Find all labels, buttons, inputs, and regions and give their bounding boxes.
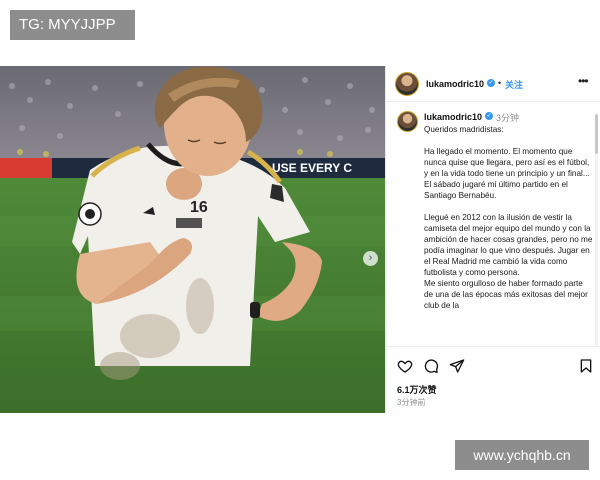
comment-icon[interactable] — [423, 358, 439, 374]
more-options-icon[interactable]: ••• — [578, 74, 589, 88]
separator-dot: • — [498, 78, 502, 88]
scrollbar-thumb[interactable] — [595, 114, 598, 154]
verified-badge-icon: ✓ — [487, 79, 495, 87]
ad-banner-text: USE EVERY C — [272, 161, 352, 175]
next-photo-button[interactable]: › — [363, 251, 378, 266]
caption-scrollbar[interactable] — [595, 114, 598, 346]
watermark-top: TG: MYYJJPP — [10, 10, 135, 40]
follow-button[interactable]: 关注 — [505, 78, 523, 91]
post-photo: USE EVERY C 16 › — [0, 66, 385, 413]
player-photo: USE EVERY C 16 — [0, 66, 385, 413]
likes-count[interactable]: 6.1万次赞 — [397, 383, 437, 396]
action-bar: 6.1万次赞 3分钟前 — [386, 346, 600, 413]
post-panel: lukamodric10 ✓ • 关注 ••• lukamodric10 ✓ 3… — [385, 66, 600, 413]
caption-paragraph: Me siento orgulloso de haber formado par… — [424, 279, 588, 310]
post-header: lukamodric10 ✓ • 关注 ••• — [386, 66, 600, 102]
caption-avatar[interactable] — [397, 111, 418, 132]
heart-icon[interactable] — [397, 358, 413, 374]
caption-paragraph: Ha llegado el momento. El momento que nu… — [424, 147, 590, 200]
caption-verified-badge-icon: ✓ — [485, 112, 493, 120]
post-time: 3分钟前 — [397, 398, 426, 407]
username[interactable]: lukamodric10 — [426, 79, 484, 89]
caption-paragraph: Queridos madridistas: — [424, 125, 504, 134]
jersey-number: 16 — [190, 199, 208, 216]
send-icon[interactable] — [449, 358, 465, 374]
watermark-bottom: www.ychqhb.cn — [455, 440, 589, 470]
bookmark-icon[interactable] — [578, 358, 594, 374]
avatar[interactable] — [395, 72, 419, 96]
caption-timestamp: 3分钟 — [496, 113, 520, 123]
chevron-right-icon: › — [368, 252, 373, 264]
caption-username[interactable]: lukamodric10 — [424, 112, 482, 122]
caption-paragraph: Llegué en 2012 con la ilusión de vestir … — [424, 213, 593, 277]
caption-text: Queridos madridistas: Ha llegado el mome… — [424, 124, 594, 346]
